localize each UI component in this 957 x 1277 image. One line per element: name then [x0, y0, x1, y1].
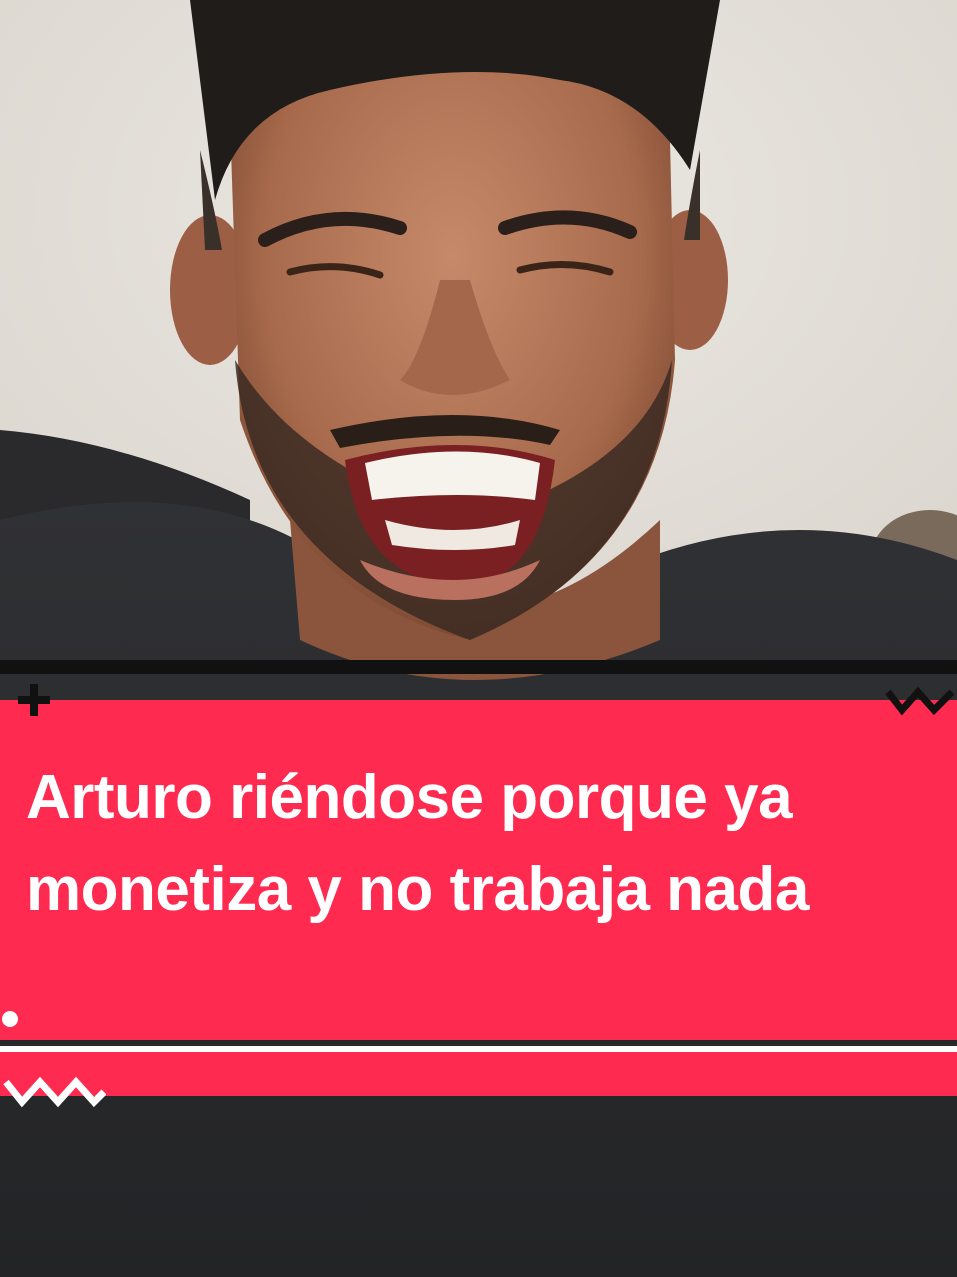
caption-bottom-strip: [0, 1052, 957, 1096]
zigzag-icon: [3, 1076, 106, 1108]
plus-icon: [18, 684, 50, 716]
dot-icon: [2, 1011, 18, 1027]
caption-text: Arturo riéndose porque ya monetiza y no …: [26, 763, 809, 924]
caption-top-border: [0, 660, 957, 674]
zigzag-icon: [885, 686, 955, 716]
